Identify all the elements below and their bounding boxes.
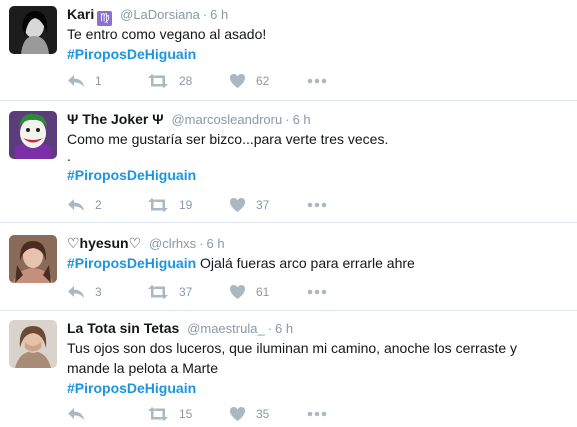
- timestamp[interactable]: 6 h: [210, 7, 228, 22]
- hashtag-link[interactable]: #PiroposDeHiguain: [67, 167, 196, 183]
- more-dots-icon: [307, 289, 327, 295]
- reply-count: 3: [95, 285, 102, 299]
- tweet-text: Como me gustaría ser bizco...para verte …: [67, 129, 569, 185]
- heart-icon: [230, 407, 245, 421]
- reply-button[interactable]: 2: [67, 196, 102, 214]
- avatar-joker[interactable]: [9, 111, 57, 159]
- reply-icon: [68, 408, 84, 420]
- tweet-header: La Tota sin Tetas @maestrula_ · 6 h: [67, 320, 294, 336]
- avatar-latota[interactable]: [9, 320, 57, 368]
- tweet-joker[interactable]: Ψ The Joker Ψ @marcosleandroru · 6 h Como …: [0, 101, 577, 223]
- like-button[interactable]: 35: [229, 405, 269, 423]
- timestamp[interactable]: 6 h: [275, 321, 293, 336]
- tweet-header: ♡hyesun♡ @clrhxs · 6 h: [67, 235, 225, 251]
- hashtag-link[interactable]: #PiroposDeHiguain: [67, 46, 196, 62]
- more-button[interactable]: [307, 405, 327, 423]
- retweet-icon: [148, 407, 168, 421]
- tweet-text-line: .: [67, 148, 71, 164]
- retweet-button[interactable]: 37: [147, 283, 192, 301]
- username[interactable]: @marcosleandroru: [171, 112, 282, 127]
- more-button[interactable]: [307, 72, 327, 90]
- username[interactable]: @maestrula_: [187, 321, 265, 336]
- display-name[interactable]: Ψ The Joker Ψ: [67, 111, 164, 127]
- tweet-latota[interactable]: La Tota sin Tetas @maestrula_ · 6 h Tus oj…: [0, 311, 577, 427]
- more-dots-icon: [307, 411, 327, 417]
- heart-icon: [230, 74, 245, 88]
- more-button[interactable]: [307, 196, 327, 214]
- more-dots-icon: [307, 78, 327, 84]
- reply-button[interactable]: 3: [67, 283, 102, 301]
- tweet-text-line: Tus ojos son dos luceros, que iluminan m…: [67, 340, 518, 356]
- retweet-button[interactable]: 28: [147, 72, 192, 90]
- hashtag-link[interactable]: #PiroposDeHiguain: [67, 380, 196, 396]
- display-name[interactable]: Kari: [67, 6, 94, 22]
- heart-icon: [230, 198, 245, 212]
- like-count: 62: [256, 74, 270, 88]
- tweet-text: Tus ojos son dos luceros, que iluminan m…: [67, 338, 569, 398]
- display-name[interactable]: La Tota sin Tetas: [67, 320, 179, 336]
- retweet-count: 19: [179, 198, 193, 212]
- display-name[interactable]: ♡hyesun♡: [67, 235, 141, 251]
- tweet-text: Te entro como vegano al asado! #PiroposD…: [67, 24, 569, 64]
- retweet-count: 28: [179, 74, 193, 88]
- avatar-kari[interactable]: [9, 6, 57, 54]
- hashtag-link[interactable]: #PiroposDeHiguain: [67, 255, 196, 271]
- avatar-hyesun[interactable]: [9, 235, 57, 283]
- retweet-icon: [148, 285, 168, 299]
- like-button[interactable]: 37: [229, 196, 269, 214]
- like-count: 37: [256, 198, 270, 212]
- retweet-count: 37: [179, 285, 193, 299]
- like-button[interactable]: 61: [229, 283, 269, 301]
- retweet-button[interactable]: 15: [147, 405, 192, 423]
- tweet-kari[interactable]: Kari ♍ @LaDorsiana · 6 h Te entro como vega…: [0, 0, 577, 101]
- retweet-count: 15: [179, 407, 193, 421]
- heart-icon: [230, 285, 245, 299]
- retweet-icon: [148, 198, 168, 212]
- tweet-text-line: Ojalá fueras arco para errarle ahre: [196, 255, 415, 271]
- reply-button[interactable]: 1: [67, 72, 102, 90]
- like-button[interactable]: 62: [229, 72, 269, 90]
- username[interactable]: @clrhxs: [149, 236, 196, 251]
- like-count: 35: [256, 407, 270, 421]
- tweet-text-line: mande la pelota a Marte: [67, 360, 218, 376]
- like-count: 61: [256, 285, 270, 299]
- reply-count: 1: [95, 74, 102, 88]
- tweet-header: Ψ The Joker Ψ @marcosleandroru · 6 h: [67, 111, 311, 127]
- reply-count: 2: [95, 198, 102, 212]
- reply-icon: [68, 75, 84, 87]
- retweet-button[interactable]: 19: [147, 196, 192, 214]
- retweet-icon: [148, 74, 168, 88]
- reply-button[interactable]: [67, 405, 95, 423]
- timestamp[interactable]: 6 h: [293, 112, 311, 127]
- username[interactable]: @LaDorsiana: [120, 7, 200, 22]
- timestamp[interactable]: 6 h: [207, 236, 225, 251]
- more-button[interactable]: [307, 283, 327, 301]
- tweet-header: Kari ♍ @LaDorsiana · 6 h: [67, 6, 229, 26]
- tweet-feed: Kari ♍ @LaDorsiana · 6 h Te entro como vega…: [0, 0, 577, 427]
- reply-icon: [68, 199, 84, 211]
- reply-icon: [68, 286, 84, 298]
- more-dots-icon: [307, 202, 327, 208]
- tweet-text: #PiroposDeHiguain Ojalá fueras arco para…: [67, 253, 569, 273]
- tweet-text-line: Te entro como vegano al asado!: [67, 26, 267, 42]
- tweet-hyesun[interactable]: ♡hyesun♡ @clrhxs · 6 h #PiroposDeHiguain O…: [0, 223, 577, 311]
- tweet-text-line: Como me gustaría ser bizco...para verte …: [67, 131, 389, 147]
